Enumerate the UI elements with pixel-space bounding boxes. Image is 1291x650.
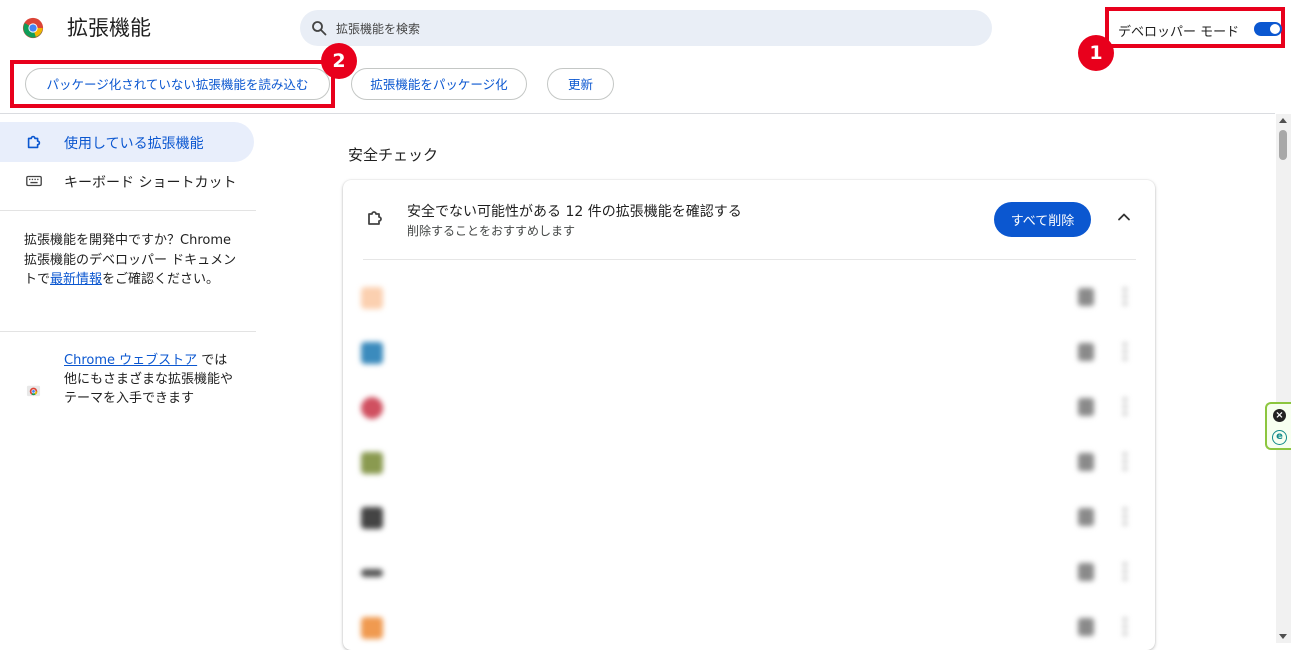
safety-check-title: 安全チェック <box>348 146 439 164</box>
more-vert-icon <box>1123 451 1127 471</box>
chevron-up-icon[interactable] <box>1115 208 1133 226</box>
safety-card-subtitle: 削除することをおすすめします <box>407 224 576 238</box>
blurred-extension-list <box>343 270 1155 650</box>
extension-icon <box>361 342 383 364</box>
list-item <box>343 325 1155 380</box>
search-input[interactable] <box>334 10 978 48</box>
more-vert-icon <box>1123 286 1127 306</box>
web-store-note: Chrome ウェブストア では他にもさまざまな拡張機能やテーマを入手できます <box>64 351 234 408</box>
e-extension-icon[interactable]: e <box>1272 430 1287 445</box>
sidebar-divider <box>0 210 256 211</box>
extension-puzzle-icon <box>27 135 41 149</box>
extension-icon <box>361 507 383 529</box>
developer-mode-toggle[interactable] <box>1254 22 1282 36</box>
list-item <box>343 380 1155 435</box>
developer-mode-label: デベロッパー モード <box>1118 25 1240 40</box>
more-vert-icon <box>1123 396 1127 416</box>
load-unpacked-button[interactable]: パッケージ化されていない拡張機能を読み込む <box>25 68 330 100</box>
chrome-logo-icon <box>22 17 44 39</box>
list-item <box>343 545 1155 600</box>
scroll-thumb[interactable] <box>1279 130 1287 160</box>
more-vert-icon <box>1123 616 1127 636</box>
list-item <box>343 270 1155 325</box>
keyboard-icon <box>26 175 42 187</box>
list-item-action-icon <box>1078 398 1094 416</box>
scroll-down-arrow-icon[interactable] <box>1279 634 1287 639</box>
list-item-action-icon <box>1078 343 1094 361</box>
list-item-action-icon <box>1078 508 1094 526</box>
chrome-web-store-link[interactable]: Chrome ウェブストア <box>64 353 197 368</box>
sidebar-divider <box>0 331 256 332</box>
side-widget-panel: × e <box>1265 402 1291 450</box>
extension-icon <box>361 397 383 419</box>
list-item-action-icon <box>1078 563 1094 581</box>
dev-note-text-end: をご確認ください。 <box>102 272 220 287</box>
safety-check-card: 安全でない可能性がある 12 件の拡張機能を確認する 削除することをおすすめしま… <box>343 180 1155 650</box>
annotation-badge-1: 1 <box>1078 35 1114 71</box>
list-item-action-icon <box>1078 453 1094 471</box>
scroll-up-arrow-icon[interactable] <box>1279 118 1287 123</box>
list-item <box>343 435 1155 490</box>
remove-all-button[interactable]: すべて削除 <box>994 202 1091 237</box>
extension-icon <box>361 569 383 577</box>
pack-extension-button[interactable]: 拡張機能をパッケージ化 <box>351 68 527 100</box>
close-icon[interactable]: × <box>1273 409 1286 422</box>
card-divider <box>363 259 1136 260</box>
page-title: 拡張機能 <box>67 16 151 40</box>
header-divider <box>0 113 1275 114</box>
search-icon <box>312 21 327 36</box>
annotation-badge-2: 2 <box>321 43 357 79</box>
chrome-web-store-icon <box>26 385 41 397</box>
extension-icon <box>361 452 383 474</box>
list-item-action-icon <box>1078 618 1094 636</box>
extension-icon <box>361 617 383 639</box>
latest-info-link[interactable]: 最新情報 <box>50 272 102 287</box>
sidebar-item-my-extensions[interactable]: 使用している拡張機能 <box>0 122 254 162</box>
safety-card-title: 安全でない可能性がある 12 件の拡張機能を確認する <box>407 204 742 220</box>
page-scrollbar[interactable] <box>1276 114 1291 643</box>
sidebar-item-label: 使用している拡張機能 <box>64 136 204 152</box>
more-vert-icon <box>1123 341 1127 361</box>
toggle-knob <box>1270 24 1280 34</box>
sidebar-item-keyboard-shortcuts[interactable]: キーボード ショートカット <box>0 161 254 201</box>
list-item <box>343 490 1155 545</box>
more-vert-icon <box>1123 561 1127 581</box>
more-vert-icon <box>1123 506 1127 526</box>
extension-icon <box>361 287 383 309</box>
search-bar[interactable] <box>300 10 992 48</box>
developer-docs-note: 拡張機能を開発中ですか？Chrome 拡張機能のデベロッパー ドキュメントで最新… <box>24 231 239 290</box>
extension-puzzle-icon <box>368 211 382 225</box>
developer-mode-highlight: デベロッパー モード <box>1105 7 1285 48</box>
list-item-action-icon <box>1078 288 1094 306</box>
sidebar-item-label: キーボード ショートカット <box>64 175 237 191</box>
update-button[interactable]: 更新 <box>547 68 614 100</box>
